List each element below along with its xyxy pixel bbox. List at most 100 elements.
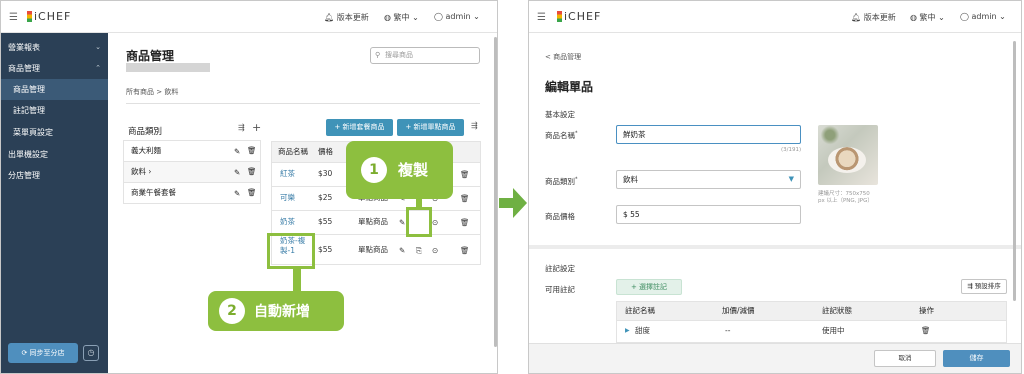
user-menu[interactable]: ◯ admin ⌄ (960, 12, 1006, 21)
top-bar: ☰ iCHEF 🔔︎ 版本更新 ◍ 繁中 ⌄ ◯ admin ⌄ (529, 1, 1021, 33)
image-hint: px 以上（PNG, JPG） (818, 198, 873, 204)
breadcrumb-all[interactable]: 所有商品 (126, 88, 154, 96)
trash-icon[interactable]: 🗑︎ (921, 321, 931, 341)
header-price-adjust: 加價/減價 (722, 306, 755, 315)
preset-sort-button[interactable]: ⇶ 預設排序 (961, 279, 1007, 294)
trash-icon[interactable]: 🗑︎ (460, 212, 470, 234)
language-select[interactable]: ◍ 繁中 ⌄ (910, 12, 945, 23)
version-update-link[interactable]: 🔔︎ 版本更新 (324, 12, 369, 23)
user-label: admin (445, 12, 471, 21)
callout-connector (416, 199, 422, 208)
scrollbar[interactable] (494, 37, 497, 347)
sidebar-item-notes[interactable]: 註記管理 (1, 100, 108, 121)
sidebar-item-product-management[interactable]: 商品管理 (1, 79, 108, 100)
section-basic: 基本設定 (545, 110, 575, 119)
redacted-bar (126, 63, 210, 72)
cancel-button[interactable]: 取消 (874, 350, 936, 367)
trash-icon[interactable]: 🗑︎ (247, 162, 257, 182)
category-header: 商品類別 (128, 127, 163, 137)
chevron-down-icon: ⌄ (412, 13, 419, 22)
add-single-button[interactable]: + 新增單點商品 (397, 119, 464, 136)
category-label: 商品類別* (545, 176, 578, 187)
callout-connector (293, 269, 301, 293)
version-update-link[interactable]: 🔔︎ 版本更新 (851, 12, 896, 23)
add-category-icon[interactable]: + (252, 121, 261, 134)
category-row-active[interactable]: 飲料 › ✎ 🗑︎ (123, 161, 261, 183)
table-row[interactable]: ▶ 甜度 -- 使用中 🗑︎ (616, 321, 1007, 343)
add-combo-button[interactable]: + 新增套餐商品 (326, 119, 393, 136)
toggle-icon[interactable]: ⊙ (432, 212, 438, 234)
product-type: 單點商品 (358, 217, 388, 226)
product-name[interactable]: 奶茶 (280, 211, 295, 233)
language-label: 繁中 (393, 13, 410, 22)
edit-icon[interactable]: ✎ (234, 163, 240, 183)
price-field[interactable]: $ 55 (616, 205, 801, 224)
scrollbar[interactable] (1013, 41, 1016, 301)
note-price: -- (725, 326, 731, 335)
sidebar-item-reports[interactable]: 營業報表 ⌄ (1, 37, 108, 58)
user-icon: ◯ (434, 12, 443, 21)
sort-icon[interactable]: ⇶ (471, 121, 478, 130)
breadcrumb-current: 飲料 (164, 88, 179, 96)
header-note-name: 註記名稱 (625, 306, 655, 315)
globe-icon: ◍ (910, 13, 917, 22)
version-update-label: 版本更新 (863, 13, 896, 22)
sidebar-item-printers[interactable]: 出單機設定 (1, 144, 108, 165)
sidebar-item-products[interactable]: 商品管理 ⌃ (1, 58, 108, 79)
toggle-icon[interactable]: ⊙ (432, 240, 438, 262)
callout-number: 2 (219, 298, 245, 324)
bell-icon: 🔔︎ (851, 13, 862, 22)
product-photo[interactable] (818, 125, 878, 185)
trash-icon[interactable]: 🗑︎ (247, 183, 257, 203)
category-row[interactable]: 商業午餐套餐 ✎ 🗑︎ (123, 182, 261, 204)
copy-icon[interactable]: ⎘ (416, 240, 422, 262)
sort-icon[interactable]: ⇶ (238, 123, 245, 132)
save-button[interactable]: 儲存 (943, 350, 1010, 367)
header-note-status: 註記狀態 (822, 306, 852, 315)
product-name[interactable]: 可樂 (280, 187, 295, 209)
language-select[interactable]: ◍ 繁中 ⌄ (384, 12, 419, 23)
version-update-label: 版本更新 (336, 13, 369, 22)
language-label: 繁中 (919, 13, 936, 22)
highlight-new-row (267, 233, 315, 269)
brand-logo: iCHEF (557, 10, 601, 23)
select-note-button[interactable]: + 選擇註記 (616, 279, 682, 295)
right-window: ☰ iCHEF 🔔︎ 版本更新 ◍ 繁中 ⌄ ◯ admin ⌄ < 商品管理 … (528, 0, 1022, 374)
header-actions: 操作 (919, 306, 934, 315)
available-notes-label: 可用註記 (545, 285, 575, 294)
sidebar-item-menu-pages[interactable]: 菜單頁設定 (1, 122, 108, 143)
category-row[interactable]: 義大利麵 ✎ 🗑︎ (123, 140, 261, 162)
search-icon: ⚲ (375, 51, 381, 59)
trash-icon[interactable]: 🗑︎ (460, 240, 470, 262)
char-count: (3/191) (781, 147, 802, 153)
back-link[interactable]: < 商品管理 (545, 52, 581, 62)
trash-icon[interactable]: 🗑︎ (460, 164, 470, 186)
edit-icon[interactable]: ✎ (399, 240, 405, 262)
trash-icon[interactable]: 🗑︎ (247, 141, 257, 161)
product-name[interactable]: 紅茶 (280, 163, 295, 185)
menu-icon[interactable]: ☰ (537, 12, 546, 23)
edit-icon[interactable]: ✎ (399, 212, 405, 234)
breadcrumb-separator: > (156, 88, 163, 96)
sidebar-item-branches[interactable]: 分店管理 (1, 165, 108, 186)
product-price: $55 (318, 245, 333, 254)
bell-icon: 🔔︎ (324, 13, 335, 22)
category-select[interactable]: 飲料 ▼ (616, 170, 801, 189)
edit-icon[interactable]: ✎ (234, 142, 240, 162)
search-input[interactable]: ⚲ 搜尋商品 (370, 47, 480, 64)
clock-icon[interactable]: ◷ (83, 345, 99, 361)
user-menu[interactable]: ◯ admin ⌄ (434, 12, 480, 21)
section-divider (529, 245, 1021, 249)
note-status: 使用中 (822, 326, 845, 335)
expand-caret-icon[interactable]: ▶ (625, 321, 630, 341)
sync-icon: ⟳ (21, 349, 28, 357)
name-field[interactable]: 鮮奶茶 (616, 125, 801, 144)
main-content: 商品管理 ⚲ 搜尋商品 所有商品 > 飲料 商品類別 ⇶ + 義大利麵 ✎ 🗑︎ 飲… (108, 33, 497, 373)
chevron-down-icon: ⌄ (999, 12, 1006, 21)
edit-title: 編輯單品 (545, 80, 594, 94)
edit-icon[interactable]: ✎ (234, 184, 240, 204)
table-row[interactable]: 奶茶 $55 單點商品 ✎ ⊙ 🗑︎ (271, 211, 481, 235)
sync-to-branches-button[interactable]: ⟳ 同步至分店 (8, 343, 78, 363)
menu-icon[interactable]: ☰ (9, 12, 18, 23)
trash-icon[interactable]: 🗑︎ (460, 188, 470, 210)
